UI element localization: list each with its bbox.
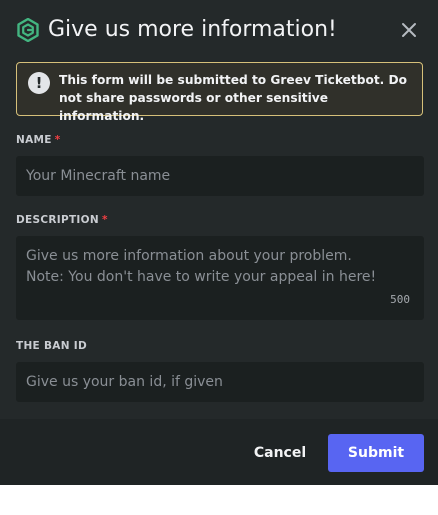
name-input[interactable]: Your Minecraft name [16, 156, 424, 196]
ban-id-input-placeholder: Give us your ban id, if given [26, 374, 223, 390]
description-label: DESCRIPTION * [16, 214, 108, 226]
name-label: NAME * [16, 134, 61, 146]
ban-id-label: THE BAN ID [16, 340, 87, 352]
description-textarea[interactable]: Give us more information about your prob… [16, 236, 424, 320]
notice-text: This form will be submitted to Greev Tic… [59, 73, 408, 123]
modal-header: Give us more information! [16, 14, 422, 48]
ban-id-input[interactable]: Give us your ban id, if given [16, 362, 424, 402]
close-icon[interactable] [400, 21, 418, 39]
modal-dialog: Give us more information! ! This form wi… [0, 0, 438, 485]
name-label-text: NAME [16, 134, 52, 146]
exclamation-icon: ! [28, 72, 50, 94]
description-placeholder-line2: Note: You don't have to write your appea… [26, 269, 377, 285]
description-label-text: DESCRIPTION [16, 214, 99, 226]
name-input-placeholder: Your Minecraft name [26, 168, 171, 184]
description-placeholder-line1: Give us more information about your prob… [26, 248, 352, 264]
ban-id-label-text: THE BAN ID [16, 340, 87, 352]
cancel-button[interactable]: Cancel [246, 434, 314, 472]
submit-button[interactable]: Submit [328, 434, 424, 472]
warning-notice: ! This form will be submitted to Greev T… [16, 62, 423, 123]
modal-title: Give us more information! [48, 17, 337, 42]
ticketbot-logo-icon [17, 18, 39, 42]
char-limit-counter: 500 [390, 293, 410, 306]
modal-footer: Cancel Submit [0, 419, 438, 485]
required-mark: * [101, 214, 108, 226]
required-mark: * [54, 134, 61, 146]
